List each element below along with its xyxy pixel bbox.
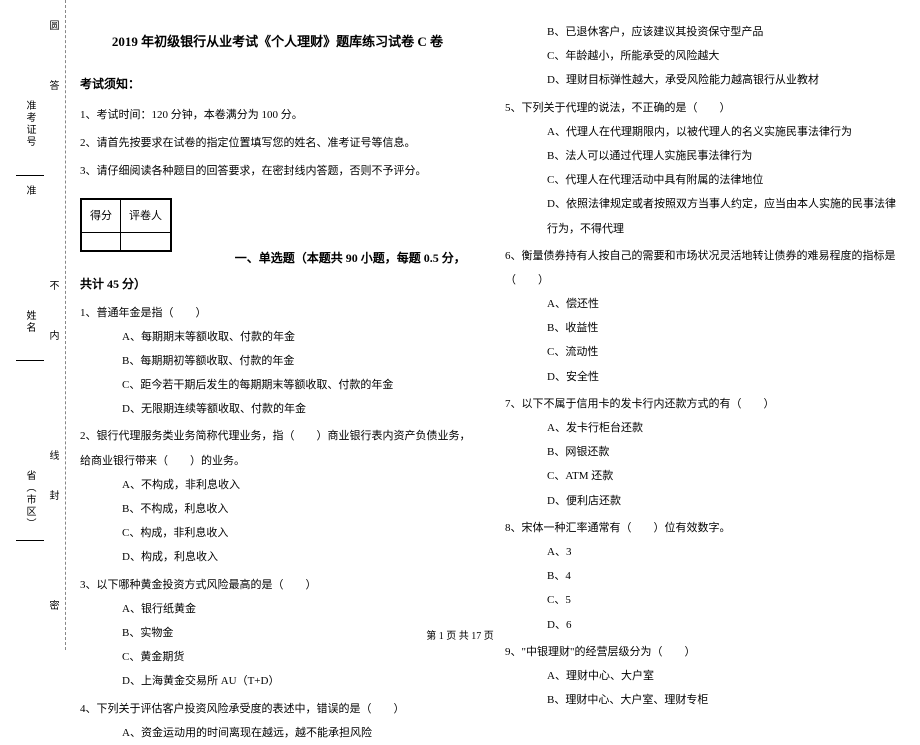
page-footer: 第 1 页 共 17 页 xyxy=(0,627,920,642)
score-table: 得分 评卷人 xyxy=(80,198,172,252)
question-text: 3、以下哪种黄金投资方式风险最高的是（ ） xyxy=(80,573,475,597)
option: C、距今若干期后发生的每期期末等额收取、付款的年金 xyxy=(122,373,475,397)
option: A、不构成，非利息收入 xyxy=(122,473,475,497)
option: B、已退休客户，应该建议其投资保守型产品 xyxy=(547,20,900,44)
option: D、理财目标弹性越大，承受风险能力越高银行从业教材 xyxy=(547,68,900,92)
question: 6、衡量债券持有人按自己的需要和市场状况灵活地转让债券的难易程度的指标是（ ） … xyxy=(505,244,900,389)
score-header: 评卷人 xyxy=(121,199,171,232)
option: D、上海黄金交易所 AU（T+D） xyxy=(122,669,475,693)
question-text: 9、"中银理财"的经营层级分为（ ） xyxy=(505,640,900,664)
question: 7、以下不属于信用卡的发卡行内还款方式的有（ ） A、发卡行柜台还款 B、网银还… xyxy=(505,392,900,513)
question: 8、宋体一种汇率通常有（ ）位有效数字。 A、3 B、4 C、5 D、6 xyxy=(505,516,900,637)
option: B、法人可以通过代理人实施民事法律行为 xyxy=(547,144,900,168)
right-column: B、已退休客户，应该建议其投资保守型产品 C、年龄越小，所能承受的风险越大 D、… xyxy=(505,20,900,620)
binding-label: 封 xyxy=(45,490,60,502)
question-text: 1、普通年金是指（ ） xyxy=(80,301,475,325)
option: A、资金运动用的时间离现在越远，越不能承担风险 xyxy=(122,721,475,745)
fill-line xyxy=(16,360,44,361)
score-cell xyxy=(82,232,121,250)
binding-label: 准考证号 xyxy=(22,100,37,148)
dashed-line xyxy=(65,0,66,650)
score-cell xyxy=(121,232,171,250)
fill-line xyxy=(16,175,44,176)
fill-line xyxy=(16,540,44,541)
question: 5、下列关于代理的说法，不正确的是（ ） A、代理人在代理期限内，以被代理人的名… xyxy=(505,96,900,241)
binding-label: 不 xyxy=(45,280,60,292)
binding-label: 准 xyxy=(22,185,37,197)
exam-title: 2019 年初级银行从业考试《个人理财》题库练习试卷 C 卷 xyxy=(80,28,475,57)
left-column: 2019 年初级银行从业考试《个人理财》题库练习试卷 C 卷 考试须知： 1、考… xyxy=(80,20,475,620)
notice-heading: 考试须知： xyxy=(80,71,475,97)
option: C、代理人在代理活动中具有附属的法律地位 xyxy=(547,168,900,192)
option: C、ATM 还款 xyxy=(547,464,900,488)
option: B、理财中心、大户室、理财专柜 xyxy=(547,688,900,712)
question: 9、"中银理财"的经营层级分为（ ） A、理财中心、大户室 B、理财中心、大户室… xyxy=(505,640,900,713)
option: A、每期期末等额收取、付款的年金 xyxy=(122,325,475,349)
page-content: 2019 年初级银行从业考试《个人理财》题库练习试卷 C 卷 考试须知： 1、考… xyxy=(80,20,900,620)
option: B、不构成，利息收入 xyxy=(122,497,475,521)
notice-item: 1、考试时间：120 分钟，本卷满分为 100 分。 xyxy=(80,103,475,127)
option: B、每期期初等额收取、付款的年金 xyxy=(122,349,475,373)
question-text: 5、下列关于代理的说法，不正确的是（ ） xyxy=(505,96,900,120)
binding-label: 内 xyxy=(45,330,60,342)
option: C、5 xyxy=(547,588,900,612)
question-text: 7、以下不属于信用卡的发卡行内还款方式的有（ ） xyxy=(505,392,900,416)
question-text: 2、银行代理服务类业务简称代理业务，指（ ）商业银行表内资产负债业务，给商业银行… xyxy=(80,424,475,472)
binding-label: 答 xyxy=(45,80,60,92)
option: C、构成，非利息收入 xyxy=(122,521,475,545)
option: C、黄金期货 xyxy=(122,645,475,669)
option: C、年龄越小，所能承受的风险越大 xyxy=(547,44,900,68)
option: D、便利店还款 xyxy=(547,489,900,513)
binding-label: 姓名 xyxy=(22,310,37,334)
option: B、收益性 xyxy=(547,316,900,340)
option: B、4 xyxy=(547,564,900,588)
question-text: 6、衡量债券持有人按自己的需要和市场状况灵活地转让债券的难易程度的指标是（ ） xyxy=(505,244,900,292)
option: B、网银还款 xyxy=(547,440,900,464)
question: 2、银行代理服务类业务简称代理业务，指（ ）商业银行表内资产负债业务，给商业银行… xyxy=(80,424,475,569)
option: A、代理人在代理期限内，以被代理人的名义实施民事法律行为 xyxy=(547,120,900,144)
option: D、构成，利息收入 xyxy=(122,545,475,569)
option: A、发卡行柜台还款 xyxy=(547,416,900,440)
option: D、安全性 xyxy=(547,365,900,389)
binding-label: 线 xyxy=(45,450,60,462)
binding-label: 省（市区） xyxy=(22,470,37,530)
notice-item: 2、请首先按要求在试卷的指定位置填写您的姓名、准考证号等信息。 xyxy=(80,131,475,155)
notice-item: 3、请仔细阅读各种题目的回答要求，在密封线内答题，否则不予评分。 xyxy=(80,159,475,183)
score-header: 得分 xyxy=(82,199,121,232)
option: A、3 xyxy=(547,540,900,564)
binding-label: 密 xyxy=(45,600,60,612)
option: A、银行纸黄金 xyxy=(122,597,475,621)
question: 4、下列关于评估客户投资风险承受度的表述中，错误的是（ ） A、资金运动用的时间… xyxy=(80,697,475,745)
score-section-row: 得分 评卷人 一、单选题（本题共 90 小题，每题 0.5 分，共计 45 分） xyxy=(80,188,475,298)
binding-label: 圆 xyxy=(45,20,60,32)
binding-margin: 圆 答 准考证号 准 不 姓名 内 线 省（市区） 封 密 xyxy=(10,0,70,650)
option: A、理财中心、大户室 xyxy=(547,664,900,688)
section-heading: 一、单选题（本题共 90 小题，每题 0.5 分，共计 45 分） xyxy=(80,251,466,291)
option: D、无限期连续等额收取、付款的年金 xyxy=(122,397,475,421)
question-text: 8、宋体一种汇率通常有（ ）位有效数字。 xyxy=(505,516,900,540)
question: 1、普通年金是指（ ） A、每期期末等额收取、付款的年金 B、每期期初等额收取、… xyxy=(80,301,475,422)
option: C、流动性 xyxy=(547,340,900,364)
option: D、依照法律规定或者按照双方当事人约定，应当由本人实施的民事法律行为，不得代理 xyxy=(547,192,900,240)
question-text: 4、下列关于评估客户投资风险承受度的表述中，错误的是（ ） xyxy=(80,697,475,721)
option: A、偿还性 xyxy=(547,292,900,316)
